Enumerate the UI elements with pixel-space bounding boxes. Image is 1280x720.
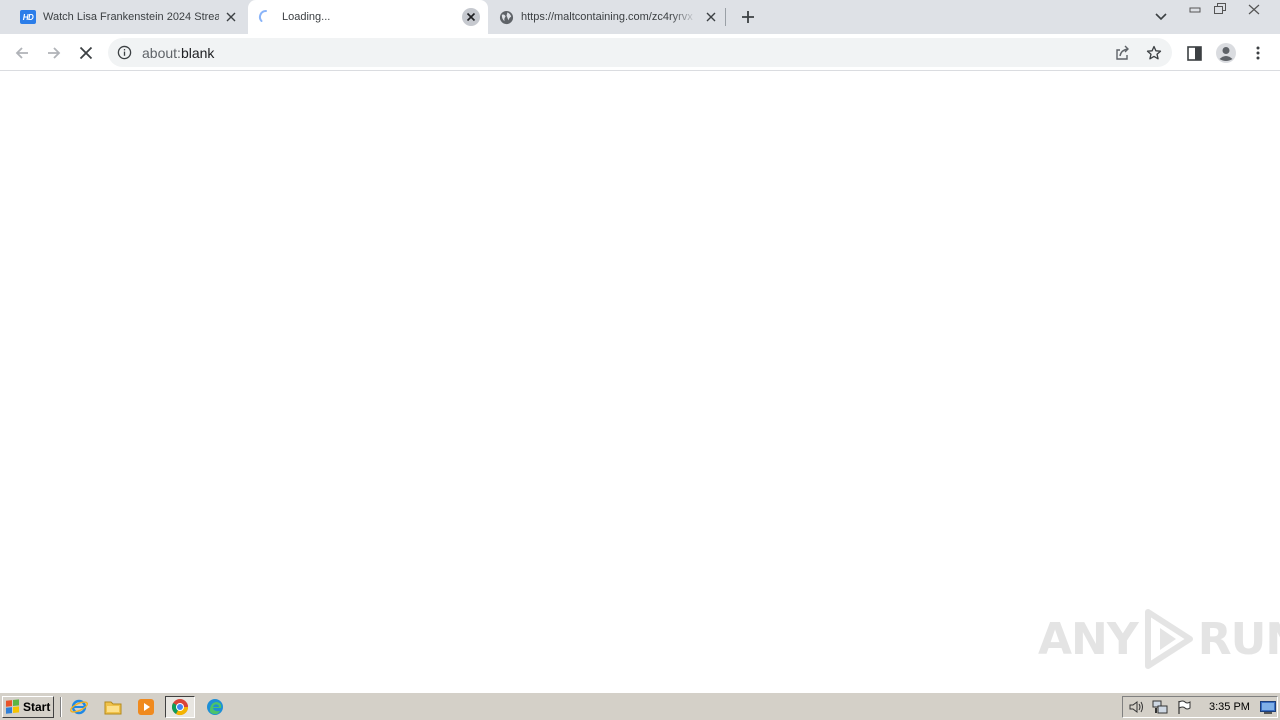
internet-explorer-icon[interactable] xyxy=(68,697,90,717)
tab-loading[interactable]: Loading... xyxy=(248,0,488,34)
tab-watch-lisa-frankenstein[interactable]: HD Watch Lisa Frankenstein 2024 Streamin… xyxy=(12,0,246,34)
taskbar-separator xyxy=(60,697,62,717)
bookmark-star-icon[interactable] xyxy=(1144,43,1164,63)
side-panel-icon xyxy=(1186,45,1202,61)
start-button[interactable]: Start xyxy=(2,696,54,718)
globe-icon xyxy=(498,9,514,25)
profile-button[interactable] xyxy=(1212,39,1240,67)
tab-close-icon[interactable] xyxy=(222,8,240,26)
loading-spinner-icon xyxy=(258,9,274,25)
stop-button[interactable] xyxy=(72,39,100,67)
watermark-left: ANY xyxy=(1038,613,1139,665)
hd-favicon-icon: HD xyxy=(20,9,36,25)
forward-arrow-icon xyxy=(48,47,61,59)
site-info-icon[interactable] xyxy=(116,44,133,61)
url-scheme: about: xyxy=(142,45,181,61)
url-host: blank xyxy=(180,45,215,61)
menu-button[interactable] xyxy=(1244,39,1272,67)
share-icon[interactable] xyxy=(1112,43,1132,63)
play-logo-icon xyxy=(1144,609,1193,669)
tab-strip: HD Watch Lisa Frankenstein 2024 Streamin… xyxy=(0,0,1280,34)
start-label: Start xyxy=(23,700,51,714)
address-bar[interactable]: about:blank xyxy=(108,38,1172,67)
network-icon[interactable] xyxy=(1151,699,1169,715)
tab-title: https://maltcontaining.com/zc4ryrvx xyxy=(521,11,693,23)
profile-avatar-icon xyxy=(1216,43,1236,63)
tab-separator xyxy=(725,8,726,26)
side-panel-button[interactable] xyxy=(1180,39,1208,67)
tab-title: Watch Lisa Frankenstein 2024 Streaming xyxy=(43,11,219,23)
edge-icon[interactable] xyxy=(204,697,226,717)
kebab-menu-icon xyxy=(1256,46,1260,60)
browser-toolbar: about:blank xyxy=(0,34,1280,71)
tab-close-icon[interactable] xyxy=(702,8,720,26)
clock[interactable]: 3:35 PM xyxy=(1209,701,1250,713)
chrome-taskbar-icon[interactable] xyxy=(165,696,195,718)
tab-maltcontaining[interactable]: https://maltcontaining.com/zc4ryrvx xyxy=(490,0,722,34)
media-player-icon[interactable] xyxy=(135,697,157,717)
action-center-flag-icon[interactable] xyxy=(1175,699,1193,715)
system-tray: 3:35 PM xyxy=(1122,696,1278,718)
file-explorer-icon[interactable] xyxy=(102,697,124,717)
close-window-button[interactable] xyxy=(1238,0,1270,18)
watermark-right: RUN xyxy=(1197,613,1280,665)
restore-button[interactable] xyxy=(1209,0,1231,18)
volume-icon[interactable] xyxy=(1127,699,1145,715)
stop-icon xyxy=(79,46,93,60)
minimize-button[interactable] xyxy=(1184,0,1206,18)
tab-search-chevron-icon[interactable] xyxy=(1150,6,1172,28)
tab-title: Loading... xyxy=(282,11,331,23)
page-content xyxy=(0,72,1280,692)
windows-taskbar: Start 3:35 PM xyxy=(0,692,1280,720)
tab-close-icon[interactable] xyxy=(462,8,480,26)
address-url[interactable]: about:blank xyxy=(142,45,214,61)
back-arrow-icon xyxy=(15,47,28,59)
forward-button[interactable] xyxy=(40,39,68,67)
new-tab-button[interactable] xyxy=(736,5,760,29)
windows-flag-icon xyxy=(6,699,20,714)
anyrun-watermark: ANY RUN xyxy=(1038,608,1280,670)
show-desktop-icon[interactable] xyxy=(1259,699,1277,715)
back-button[interactable] xyxy=(8,39,36,67)
